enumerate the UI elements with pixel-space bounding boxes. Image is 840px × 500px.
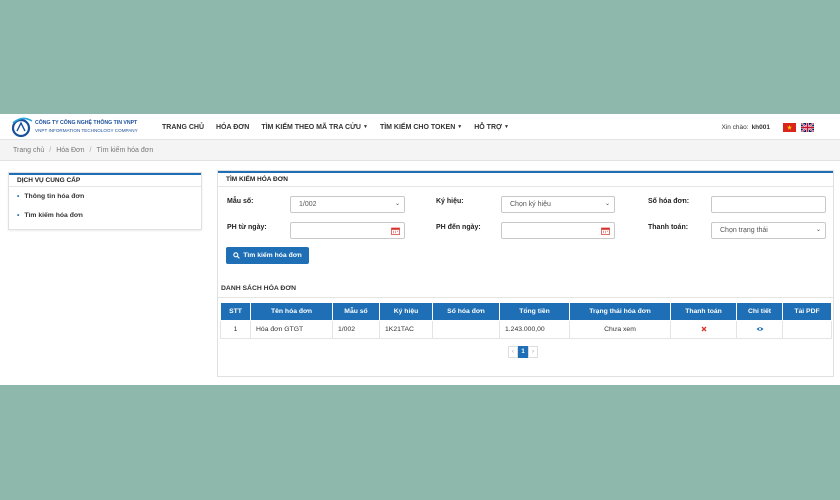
invoice-list-title: DANH SÁCH HÓA ĐƠN <box>221 285 297 292</box>
cell-mau-so: 1/002 <box>332 320 380 339</box>
breadcrumb-invoice[interactable]: Hóa Đơn <box>56 147 84 154</box>
breadcrumb-separator: / <box>49 146 52 154</box>
chevron-down-icon: ⌄ <box>604 201 610 207</box>
cell-ky-hieu: 1K21TAC <box>379 320 433 339</box>
top-navbar: CÔNG TY CÔNG NGHỆ THÔNG TIN VNPT VNPT IN… <box>0 114 840 140</box>
cell-trang-thai: Chưa xem <box>569 320 671 339</box>
invoice-table: STT Tên hóa đơn Mẫu số Ký hiệu Số hóa đơ… <box>220 302 832 339</box>
so-hoa-don-input[interactable] <box>711 196 826 213</box>
table-header-row: STT Tên hóa đơn Mẫu số Ký hiệu Số hóa đơ… <box>220 302 832 321</box>
user-area: Xin chào: kh001 <box>721 114 814 140</box>
ph-tu-ngay-label: PH từ ngày: <box>227 224 267 231</box>
sidebar-item-invoice-info[interactable]: • Thông tin hóa đơn <box>9 187 201 206</box>
page-1-button[interactable]: 1 <box>518 346 528 358</box>
calendar-icon[interactable] <box>601 227 610 235</box>
breadcrumb-home[interactable]: Trang chủ <box>13 147 44 154</box>
col-mau-so[interactable]: Mẫu số <box>332 302 380 321</box>
col-stt[interactable]: STT <box>220 302 251 321</box>
breadcrumb-separator: / <box>89 146 92 154</box>
divider <box>218 297 833 298</box>
breadcrumb-current: Tìm kiếm hóa đơn <box>96 146 154 154</box>
prev-page-button[interactable]: ‹ <box>508 346 518 358</box>
col-tong-tien[interactable]: Tổng tiền <box>499 302 570 321</box>
col-tai-pdf[interactable]: Tải PDF <box>782 302 832 321</box>
breadcrumb: Trang chủ / Hóa Đơn / Tìm kiếm hóa đơn <box>0 140 840 161</box>
eye-icon[interactable] <box>756 326 764 332</box>
services-sidebar: DỊCH VỤ CUNG CẤP • Thông tin hóa đơn • T… <box>8 172 202 230</box>
col-so-hoa-don[interactable]: Số hóa đơn <box>432 302 500 321</box>
app-window: CÔNG TY CÔNG NGHỆ THÔNG TIN VNPT VNPT IN… <box>0 114 840 385</box>
ph-den-ngay-input[interactable] <box>501 222 615 239</box>
ph-tu-ngay-input[interactable] <box>290 222 405 239</box>
brand-name: CÔNG TY CÔNG NGHỆ THÔNG TIN VNPT <box>35 120 138 126</box>
greeting-label: Xin chào: <box>721 123 749 131</box>
cell-chi-tiet <box>736 320 783 339</box>
search-invoice-button[interactable]: Tìm kiếm hóa đơn <box>226 247 309 264</box>
nav-search-by-code[interactable]: TÌM KIẾM THEO MÃ TRA CỨU ▼ <box>261 124 368 131</box>
cell-so-hoa-don <box>432 320 500 339</box>
chevron-down-icon: ⌄ <box>394 201 400 207</box>
cell-tai-pdf <box>782 320 832 339</box>
bullet-icon: • <box>17 212 20 219</box>
thanh-toan-select[interactable]: Chọn trạng thái ⌄ <box>711 222 826 239</box>
username[interactable]: kh001 <box>752 124 770 131</box>
x-icon[interactable] <box>701 326 707 332</box>
cell-thanh-toan <box>670 320 737 339</box>
cell-tong-tien: 1.243.000,00 <box>499 320 570 339</box>
ph-den-ngay-label: PH đến ngày: <box>436 224 481 231</box>
uk-flag-icon[interactable] <box>801 122 814 132</box>
search-icon <box>233 252 241 259</box>
col-ten-hoa-don[interactable]: Tên hóa đơn <box>250 302 333 321</box>
ky-hieu-select[interactable]: Chọn ký hiệu ⌄ <box>501 196 615 213</box>
col-chi-tiet[interactable]: Chi tiết <box>736 302 783 321</box>
main-menu: TRANG CHỦ HÓA ĐƠN TÌM KIẾM THEO MÃ TRA C… <box>162 114 521 140</box>
brand-subtitle: VNPT INFORMATION TECHNOLOGY COMPANY <box>35 128 138 133</box>
sidebar-item-invoice-search[interactable]: • Tìm kiếm hóa đơn <box>9 206 201 225</box>
bullet-icon: • <box>17 193 20 200</box>
vnpt-logo-icon <box>11 117 33 137</box>
col-trang-thai[interactable]: Trạng thái hóa đơn <box>569 302 671 321</box>
mau-so-label: Mẫu số: <box>227 198 254 205</box>
calendar-icon[interactable] <box>391 227 400 235</box>
search-panel-title: TÌM KIẾM HÓA ĐƠN <box>218 171 833 187</box>
pagination: ‹ 1 › <box>508 346 538 358</box>
search-panel: TÌM KIẾM HÓA ĐƠN Mẫu số: 1/002 ⌄ Ký hiệu… <box>217 170 834 377</box>
next-page-button[interactable]: › <box>528 346 538 358</box>
vn-flag-icon[interactable] <box>783 122 796 132</box>
nav-home[interactable]: TRANG CHỦ <box>162 124 204 131</box>
sidebar-title: DỊCH VỤ CUNG CẤP <box>9 173 201 187</box>
cell-ten-hoa-don: Hóa đơn GTGT <box>250 320 333 339</box>
caret-down-icon: ▼ <box>362 124 368 130</box>
nav-support[interactable]: HỖ TRỢ ▼ <box>474 124 509 131</box>
caret-down-icon: ▼ <box>457 124 463 130</box>
col-ky-hieu[interactable]: Ký hiệu <box>379 302 433 321</box>
nav-invoice[interactable]: HÓA ĐƠN <box>216 124 249 131</box>
table-row[interactable]: 1 Hóa đơn GTGT 1/002 1K21TAC 1.243.000,0… <box>220 320 832 339</box>
cell-stt: 1 <box>220 320 251 339</box>
so-hoa-don-label: Số hóa đơn: <box>648 198 690 205</box>
nav-search-token[interactable]: TÌM KIẾM CHO TOKEN ▼ <box>380 124 462 131</box>
caret-down-icon: ▼ <box>503 124 509 130</box>
vnpt-logo[interactable]: CÔNG TY CÔNG NGHỆ THÔNG TIN VNPT VNPT IN… <box>10 117 160 137</box>
thanh-toan-label: Thanh toán: <box>648 224 689 231</box>
col-thanh-toan[interactable]: Thanh toán <box>670 302 737 321</box>
chevron-down-icon: ⌄ <box>815 227 821 233</box>
ky-hieu-label: Ký hiệu: <box>436 198 464 205</box>
mau-so-select[interactable]: 1/002 ⌄ <box>290 196 405 213</box>
